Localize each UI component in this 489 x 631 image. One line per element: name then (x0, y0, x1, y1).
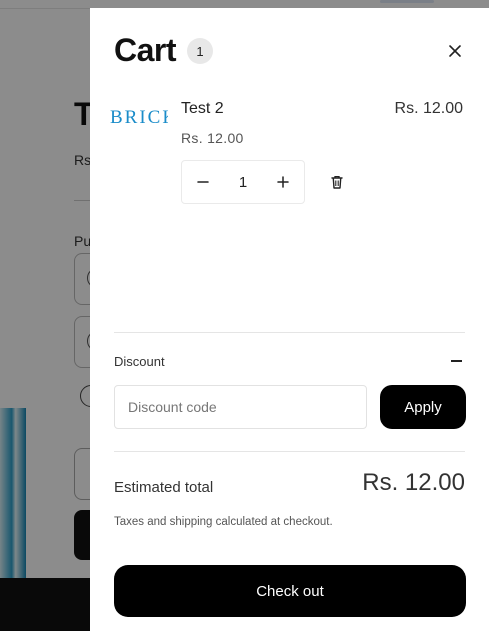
remove-item-button[interactable] (326, 171, 348, 193)
divider (114, 451, 465, 452)
estimated-total-value: Rs. 12.00 (362, 469, 465, 496)
item-line-total: Rs. 12.00 (394, 100, 463, 117)
cart-count-badge: 1 (187, 38, 213, 64)
tax-note: Taxes and shipping calculated at checkou… (114, 516, 333, 528)
trash-icon (331, 175, 343, 189)
quantity-input[interactable] (226, 172, 260, 192)
item-thumbnail[interactable]: BRICK (108, 106, 168, 134)
cart-drawer: Cart 1 BRICK Test 2 Rs. 12.00 Rs. 12.00 (90, 8, 489, 631)
item-name[interactable]: Test 2 (181, 100, 224, 118)
estimated-total-label: Estimated total (114, 479, 214, 496)
divider (114, 332, 465, 333)
minus-icon (197, 181, 209, 183)
discount-collapse-toggle[interactable] (451, 352, 465, 368)
discount-code-input[interactable] (114, 385, 367, 429)
close-button[interactable] (442, 38, 468, 64)
cart-title: Cart (114, 32, 177, 68)
decrease-quantity-button[interactable] (182, 160, 224, 204)
close-icon (449, 45, 461, 57)
item-unit-price: Rs. 12.00 (181, 130, 244, 146)
plus-icon (277, 176, 289, 188)
increase-quantity-button[interactable] (262, 160, 304, 204)
apply-discount-button[interactable]: Apply (380, 385, 466, 429)
thumbnail-brand-text: BRICK (110, 107, 168, 128)
discount-label: Discount (114, 354, 165, 369)
quantity-stepper (181, 160, 305, 204)
minus-icon (451, 360, 462, 362)
checkout-button[interactable]: Check out (114, 565, 466, 617)
